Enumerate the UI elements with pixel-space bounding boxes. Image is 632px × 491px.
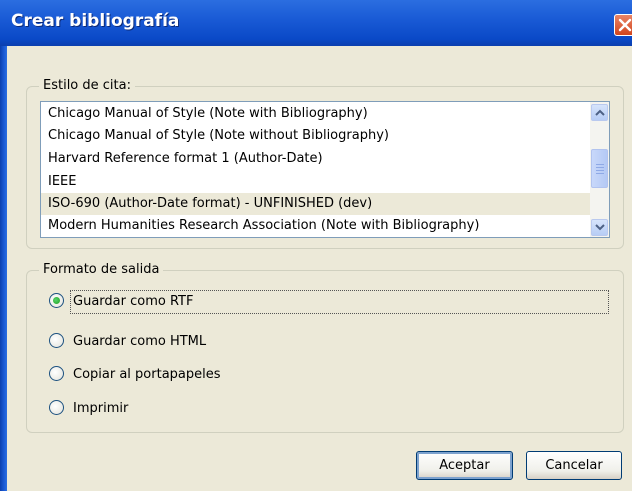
radio-label: Imprimir	[73, 401, 129, 416]
list-item[interactable]: IEEE	[41, 171, 590, 193]
chevron-up-icon	[595, 109, 605, 116]
radio-label: Guardar como RTF	[73, 294, 194, 309]
accept-button[interactable]: Aceptar	[416, 451, 513, 480]
scroll-down-button[interactable]	[591, 219, 608, 236]
output-format-legend: Formato de salida	[39, 262, 164, 277]
close-icon	[618, 18, 632, 32]
window-title: Crear bibliografía	[11, 11, 180, 31]
title-bar[interactable]: Crear bibliografía	[0, 0, 632, 46]
window-border	[0, 46, 7, 491]
radio-label: Guardar como HTML	[73, 334, 207, 349]
radio-button[interactable]	[49, 366, 64, 381]
close-button[interactable]	[614, 14, 632, 36]
list-item[interactable]: Modern Humanities Research Association (…	[41, 215, 590, 237]
citation-style-legend: Estilo de cita:	[39, 78, 135, 93]
scroll-up-button[interactable]	[591, 104, 608, 121]
radio-button[interactable]	[49, 400, 64, 415]
scroll-thumb[interactable]	[591, 149, 608, 188]
list-item[interactable]: Chicago Manual of Style (Note with Bibli…	[41, 103, 590, 125]
radio-button[interactable]	[49, 333, 64, 348]
list-item[interactable]: Chicago Manual of Style (Note without Bi…	[41, 125, 590, 147]
vertical-scrollbar[interactable]	[590, 102, 609, 237]
list-item-selected[interactable]: ISO-690 (Author-Date format) - UNFINISHE…	[41, 193, 590, 215]
citation-style-list[interactable]: Chicago Manual of Style (Note with Bibli…	[40, 101, 610, 238]
radio-button-checked[interactable]	[49, 293, 64, 308]
list-item[interactable]: Harvard Reference format 1 (Author-Date)	[41, 148, 590, 170]
cancel-button[interactable]: Cancelar	[526, 451, 622, 480]
radio-label: Copiar al portapapeles	[73, 367, 221, 382]
chevron-down-icon	[595, 224, 605, 231]
